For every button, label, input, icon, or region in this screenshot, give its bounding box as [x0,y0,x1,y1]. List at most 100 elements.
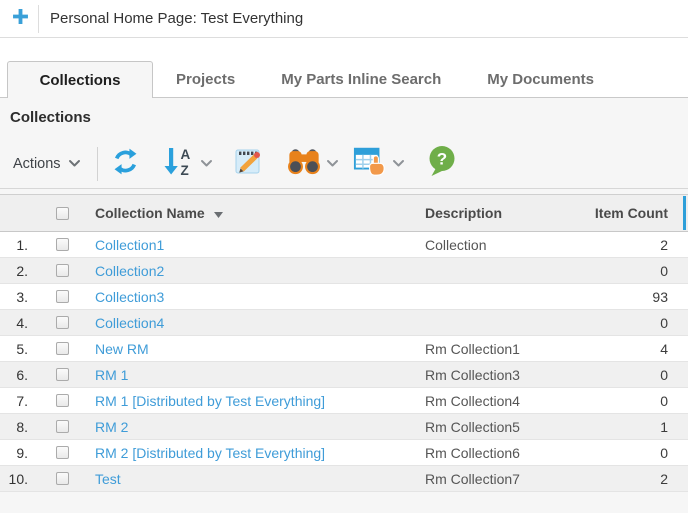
search-button[interactable] [287,146,339,181]
description-cell: Rm Collection6 [425,445,565,461]
sort-az-icon: A Z [163,145,195,182]
tab-my-parts-inline-search[interactable]: My Parts Inline Search [258,62,464,98]
item-count-cell: 0 [565,263,668,279]
description-cell: Rm Collection3 [425,367,565,383]
row-number: 2. [0,263,30,279]
row-checkbox[interactable] [56,290,69,303]
row-checkbox[interactable] [56,316,69,329]
description-cell: Collection [425,237,565,253]
columns-dropdown-chevron-icon[interactable] [392,159,405,168]
chevron-down-icon [68,155,81,173]
tab-my-documents[interactable]: My Documents [464,62,617,98]
collection-name-link[interactable]: Collection1 [95,237,164,253]
tab-projects[interactable]: Projects [153,62,258,98]
table-row: 7. RM 1 [Distributed by Test Everything] R… [0,388,688,414]
section-title: Collections [0,98,688,126]
row-checkbox[interactable] [56,342,69,355]
column-header-collection-name[interactable]: Collection Name [95,205,425,221]
actions-menu-button[interactable]: Actions [13,155,81,173]
tab-bar: CollectionsProjectsMy Parts Inline Searc… [0,61,688,98]
table-row: 1. Collection1 Collection2 [0,232,688,258]
item-count-cell: 2 [565,237,668,253]
row-checkbox[interactable] [56,420,69,433]
help-icon: ? [427,145,457,182]
table-row: 2. Collection2 0 [0,258,688,284]
row-number: 4. [0,315,30,331]
row-number: 6. [0,367,30,383]
sort-button[interactable]: A Z [163,145,213,182]
collection-name-link[interactable]: Collection4 [95,315,164,331]
item-count-cell: 0 [565,445,668,461]
row-number: 5. [0,341,30,357]
column-header-item-count[interactable]: Item Count [565,205,668,221]
sort-descending-icon [214,205,223,221]
svg-text:?: ? [436,150,446,169]
scrollbar[interactable] [683,196,686,230]
row-number: 3. [0,289,30,305]
row-checkbox[interactable] [56,446,69,459]
select-all-checkbox[interactable] [56,207,69,220]
table-row: 5. New RM Rm Collection14 [0,336,688,362]
description-cell: Rm Collection5 [425,419,565,435]
row-number: 1. [0,237,30,253]
item-count-cell: 2 [565,471,668,487]
item-count-cell: 0 [565,315,668,331]
table-row: 3. Collection3 93 [0,284,688,310]
toolbar-separator [97,147,98,181]
collection-name-header-label: Collection Name [95,205,205,221]
plus-icon [10,6,31,32]
table-header: Collection Name Description Item Count [0,194,688,232]
description-cell: Rm Collection7 [425,471,565,487]
svg-text:A: A [180,147,190,162]
table-row: 4. Collection4 0 [0,310,688,336]
row-checkbox[interactable] [56,238,69,251]
table-body: 1.Collection1Collection22.Collection203.… [0,232,688,492]
actions-label: Actions [13,156,61,172]
row-number: 9. [0,445,30,461]
content-area: Collections Actions [0,98,688,513]
refresh-button[interactable] [110,146,141,182]
tab-gap [0,38,688,61]
select-columns-icon [353,145,387,182]
row-checkbox[interactable] [56,368,69,381]
row-checkbox[interactable] [56,472,69,485]
select-columns-button[interactable] [353,145,405,182]
row-number: 10. [0,471,30,487]
row-number: 7. [0,393,30,409]
collection-name-link[interactable]: Collection2 [95,263,164,279]
table-row: 8. RM 2 Rm Collection51 [0,414,688,440]
header-divider [38,5,39,33]
row-checkbox[interactable] [56,394,69,407]
item-count-cell: 93 [565,289,668,305]
collection-name-link[interactable]: RM 1 [95,367,128,383]
sort-dropdown-chevron-icon[interactable] [200,159,213,168]
table-row: 6. RM 1 Rm Collection30 [0,362,688,388]
binoculars-search-icon [287,146,321,181]
svg-text:Z: Z [180,163,188,177]
description-cell: Rm Collection1 [425,341,565,357]
collection-name-link[interactable]: Test [95,471,121,487]
collection-name-link[interactable]: RM 1 [Distributed by Test Everything] [95,393,325,409]
title-bar: Personal Home Page: Test Everything [0,0,688,38]
help-button[interactable]: ? [427,145,457,182]
item-count-cell: 0 [565,393,668,409]
edit-button[interactable] [233,145,265,182]
refresh-icon [110,146,141,182]
table-row: 10. Test Rm Collection72 [0,466,688,492]
row-number: 8. [0,419,30,435]
collection-name-link[interactable]: New RM [95,341,149,357]
item-count-cell: 0 [565,367,668,383]
search-dropdown-chevron-icon[interactable] [326,159,339,168]
collection-name-link[interactable]: RM 2 [95,419,128,435]
tab-collections[interactable]: Collections [7,61,153,98]
item-count-cell: 1 [565,419,668,435]
table-row: 9. RM 2 [Distributed by Test Everything] R… [0,440,688,466]
add-tab-button[interactable] [5,4,35,34]
description-cell: Rm Collection4 [425,393,565,409]
column-header-description[interactable]: Description [425,205,565,221]
page-title: Personal Home Page: Test Everything [50,10,303,27]
collection-name-link[interactable]: Collection3 [95,289,164,305]
collection-name-link[interactable]: RM 2 [Distributed by Test Everything] [95,445,325,461]
row-checkbox[interactable] [56,264,69,277]
item-count-cell: 4 [565,341,668,357]
